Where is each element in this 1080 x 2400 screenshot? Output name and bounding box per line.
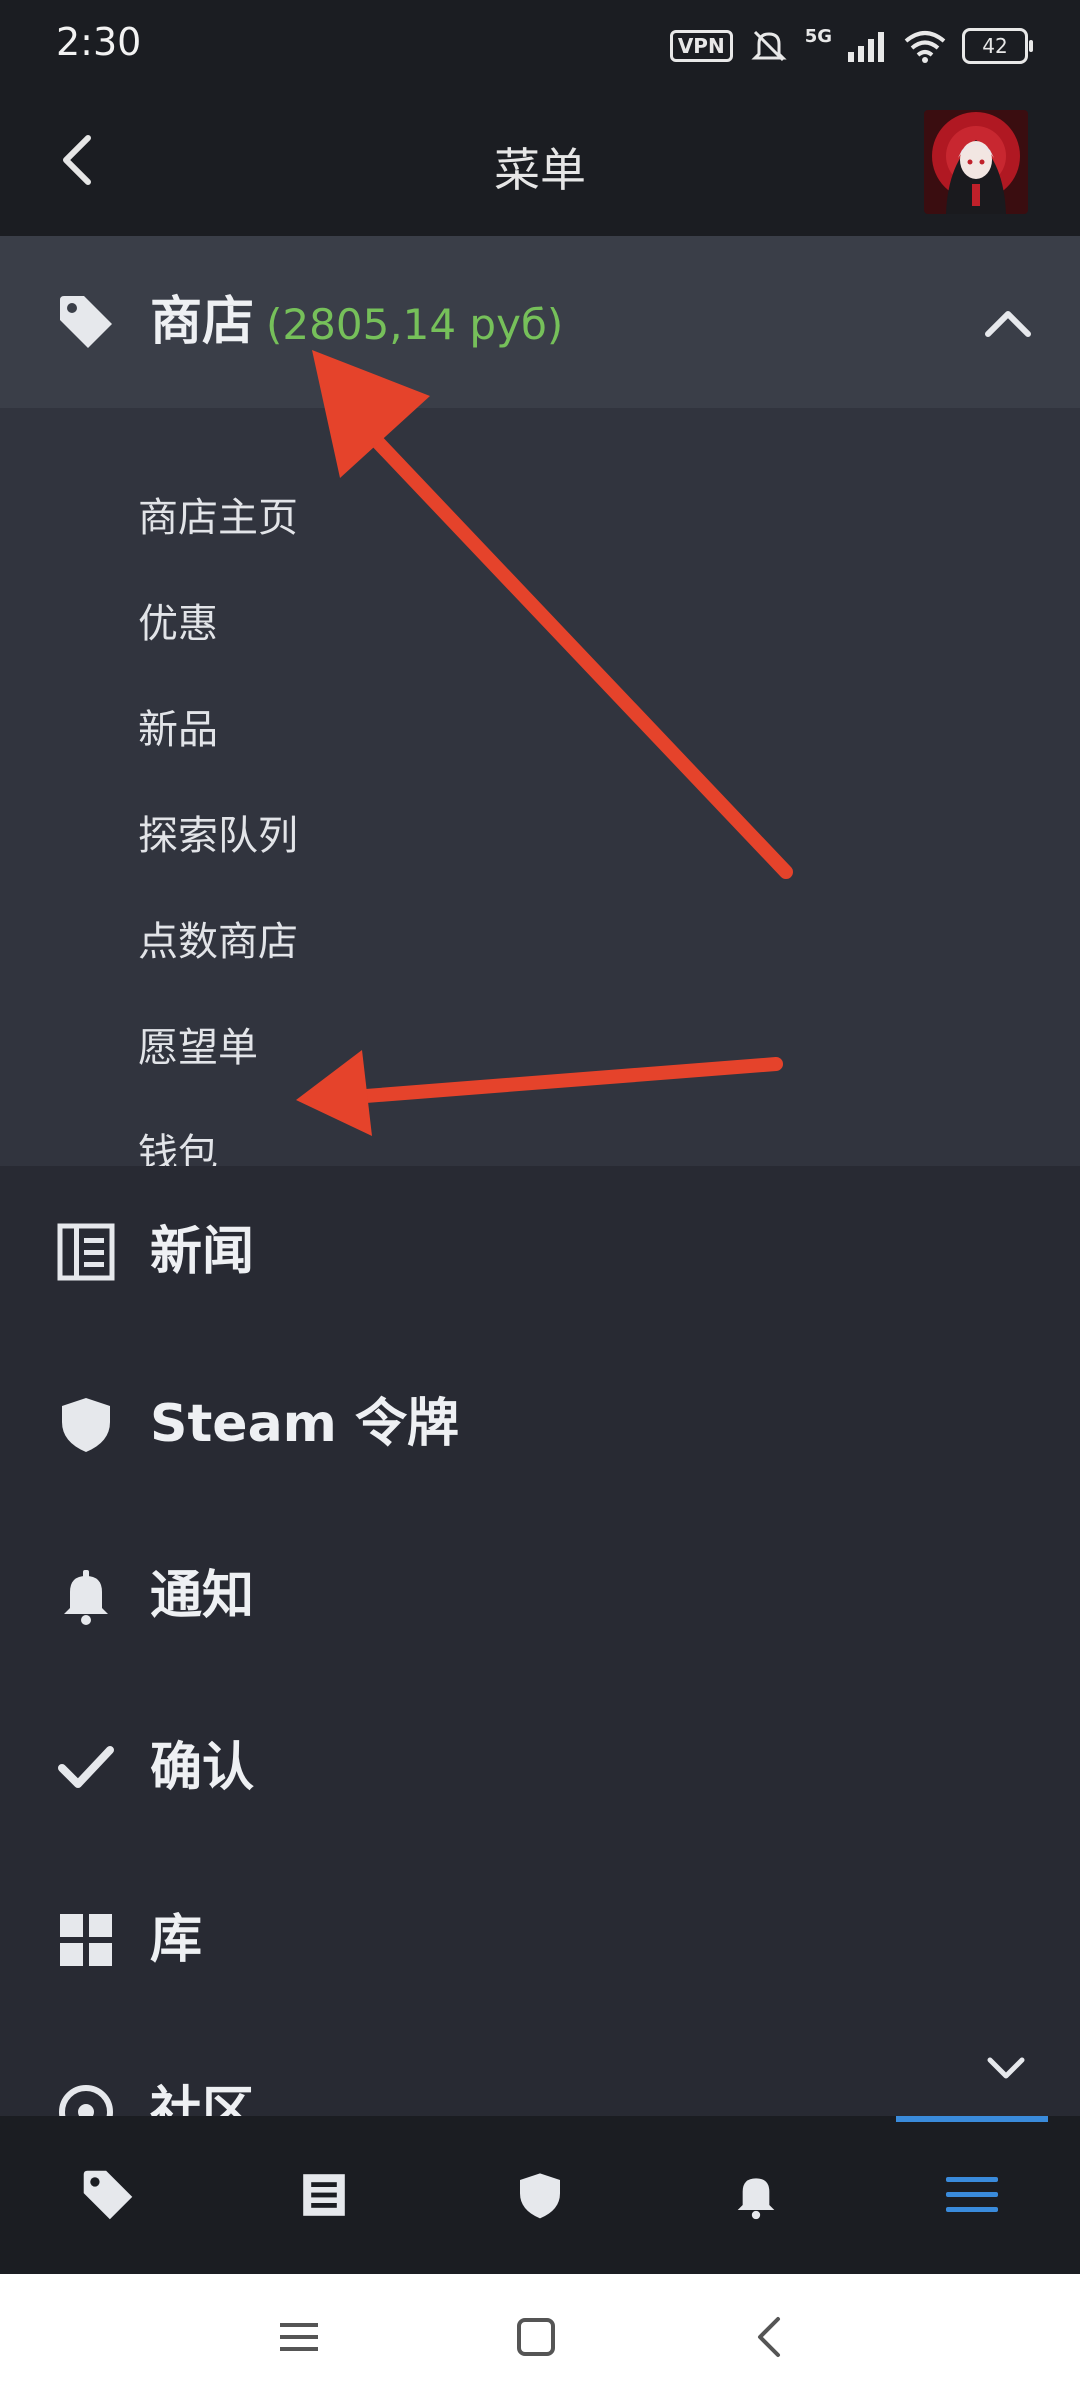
battery-level: 42 — [982, 34, 1008, 58]
wifi-icon — [904, 31, 946, 63]
bottom-navigation — [0, 2116, 1080, 2274]
bell-icon — [64, 1570, 108, 1625]
store-title: 商店 (2805,14 руб) — [150, 286, 563, 358]
status-time: 2:30 — [56, 20, 142, 64]
chevron-up-icon[interactable] — [980, 302, 1036, 342]
menu-lines-icon — [280, 2323, 318, 2351]
nav-menu-button[interactable] — [864, 2116, 1080, 2274]
system-navigation-bar — [0, 2274, 1080, 2400]
store-label: 商店 — [150, 292, 255, 352]
nav-guard-button[interactable] — [432, 2116, 648, 2274]
system-menu-button[interactable] — [260, 2302, 340, 2372]
mute-icon — [751, 30, 787, 62]
battery-icon: 42 — [962, 28, 1033, 64]
submenu-item-new[interactable]: 新品 — [138, 700, 838, 760]
network-label: 5G — [804, 25, 832, 47]
menu-icon — [946, 2177, 998, 2212]
news-icon — [57, 1223, 115, 1281]
menu-item-label: 通知 — [150, 1566, 255, 1626]
tag-icon — [83, 2170, 133, 2220]
home-square-icon — [517, 2318, 555, 2356]
vpn-badge: VPN — [669, 30, 733, 62]
shield-icon — [520, 2173, 560, 2219]
menu-item-label: 新闻 — [150, 1222, 255, 1282]
chevron-down-icon[interactable] — [984, 2048, 1028, 2088]
signal-icon — [848, 32, 884, 62]
app-header: 菜单 — [0, 90, 1080, 236]
submenu-item-discovery-queue[interactable]: 探索队列 — [138, 806, 838, 866]
submenu-item-store-home[interactable]: 商店主页 — [138, 488, 838, 548]
menu-item-label: 社区 — [150, 2082, 255, 2116]
submenu-item-specials[interactable]: 优惠 — [138, 594, 838, 654]
status-icons: VPN 5G 42 — [669, 25, 1033, 66]
news-icon — [303, 2174, 345, 2216]
status-bar: 2:30 VPN 5G 42 — [0, 0, 1080, 90]
menu-item-label: 库 — [150, 1910, 203, 1970]
system-home-button[interactable] — [496, 2302, 576, 2372]
wallet-balance: (2805,14 руб) — [266, 300, 564, 349]
store-section-header[interactable]: 商店 (2805,14 руб) — [0, 236, 1080, 408]
back-chevron-icon — [758, 2317, 780, 2357]
menu-item-notifications[interactable]: 通知 — [0, 1510, 1080, 1684]
store-submenu: 商店主页 优惠 新品 探索队列 点数商店 愿望单 钱包 — [0, 408, 1080, 1177]
bell-icon — [737, 2178, 775, 2220]
check-icon — [58, 1746, 114, 1788]
menu-item-community[interactable]: 社区 — [0, 2026, 1080, 2116]
menu-item-library[interactable]: 库 — [0, 1854, 1080, 2028]
menu-item-label: Steam 令牌 — [150, 1394, 459, 1454]
avatar[interactable] — [924, 110, 1028, 214]
submenu-item-wishlist[interactable]: 愿望单 — [138, 1018, 838, 1078]
tag-icon — [60, 296, 112, 348]
shield-icon — [62, 1398, 110, 1452]
menu-item-label: 确认 — [150, 1738, 255, 1798]
nav-notifications-button[interactable] — [648, 2116, 864, 2274]
system-back-button[interactable] — [730, 2302, 810, 2372]
nav-news-button[interactable] — [216, 2116, 432, 2274]
grid-icon — [60, 1914, 112, 1966]
menu-item-steam-guard[interactable]: Steam 令牌 — [0, 1338, 1080, 1512]
menu-item-news[interactable]: 新闻 — [0, 1166, 1080, 1340]
page-title: 菜单 — [494, 143, 586, 197]
community-icon — [59, 2085, 113, 2116]
avatar-image — [924, 110, 1028, 214]
menu-list: 商店 (2805,14 руб) 商店主页 优惠 新品 探索队列 点数商店 愿望单… — [0, 236, 1080, 2116]
menu-item-confirmations[interactable]: 确认 — [0, 1682, 1080, 1856]
active-tab-indicator — [896, 2116, 1048, 2122]
submenu-item-points-shop[interactable]: 点数商店 — [138, 912, 838, 972]
nav-store-button[interactable] — [0, 2116, 216, 2274]
